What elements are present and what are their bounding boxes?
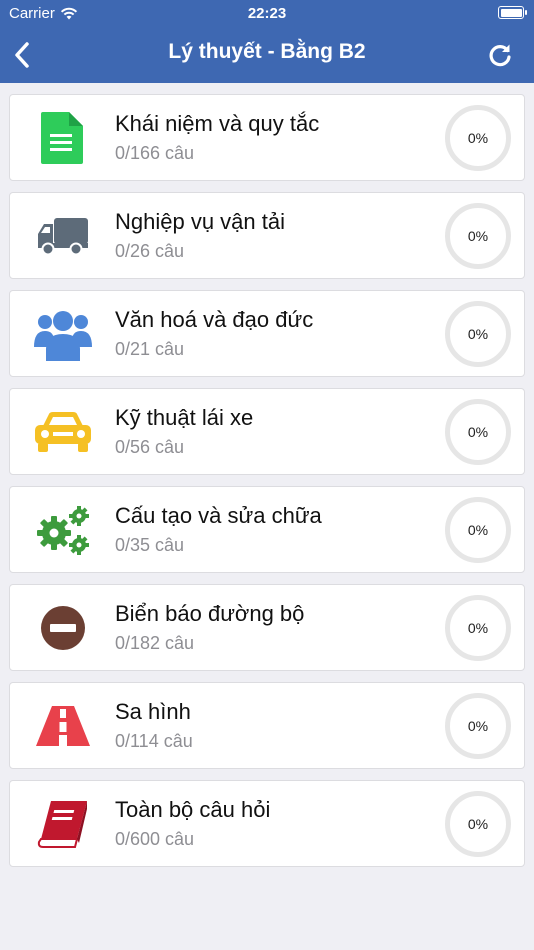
category-item-ky-thuat[interactable]: Kỹ thuật lái xe 0/56 câu 0% xyxy=(9,388,525,475)
top-bar: Carrier 22:23 Lý thuyết - Bằng B2 xyxy=(0,0,534,83)
category-count: 0/114 câu xyxy=(115,731,193,751)
category-title: Khái niệm và quy tắc xyxy=(115,111,320,136)
battery-icon xyxy=(498,6,527,19)
category-title: Văn hoá và đạo đức xyxy=(115,307,314,332)
category-list: Khái niệm và quy tắc 0/166 câu 0% Nghiệp… xyxy=(9,94,525,878)
page-title: Lý thuyết - Bằng B2 xyxy=(168,40,366,63)
progress-ring: 0% xyxy=(445,497,511,563)
status-time: 22:23 xyxy=(247,5,287,22)
category-title: Toàn bộ câu hỏi xyxy=(115,797,271,822)
category-title: Nghiệp vụ vận tải xyxy=(115,209,285,234)
category-count: 0/21 câu xyxy=(115,339,185,359)
book-icon xyxy=(32,793,94,855)
category-title: Cấu tạo và sửa chữa xyxy=(115,503,322,528)
category-count: 0/56 câu xyxy=(115,437,185,457)
people-icon xyxy=(32,303,94,365)
category-item-toan-bo[interactable]: Toàn bộ câu hỏi 0/600 câu 0% xyxy=(9,780,525,867)
road-icon xyxy=(32,695,94,757)
category-count: 0/26 câu xyxy=(115,241,185,261)
no-entry-sign-icon xyxy=(32,597,94,659)
navigation-bar: Lý thuyết - Bằng B2 xyxy=(0,28,534,83)
car-icon xyxy=(32,401,94,463)
document-icon xyxy=(32,107,94,169)
progress-ring: 0% xyxy=(445,301,511,367)
progress-ring: 0% xyxy=(445,399,511,465)
status-bar: Carrier 22:23 xyxy=(0,0,534,28)
category-item-nghiep-vu[interactable]: Nghiệp vụ vận tải 0/26 câu 0% xyxy=(9,192,525,279)
gears-icon xyxy=(32,499,94,561)
progress-ring: 0% xyxy=(445,203,511,269)
progress-ring: 0% xyxy=(445,693,511,759)
category-item-bien-bao[interactable]: Biển báo đường bộ 0/182 câu 0% xyxy=(9,584,525,671)
category-count: 0/35 câu xyxy=(115,535,185,555)
progress-ring: 0% xyxy=(445,595,511,661)
category-title: Sa hình xyxy=(115,699,191,724)
category-item-khai-niem[interactable]: Khái niệm và quy tắc 0/166 câu 0% xyxy=(9,94,525,181)
category-item-sa-hinh[interactable]: Sa hình 0/114 câu 0% xyxy=(9,682,525,769)
category-count: 0/600 câu xyxy=(115,829,195,849)
category-count: 0/182 câu xyxy=(115,633,195,653)
truck-icon xyxy=(32,205,94,267)
refresh-button[interactable] xyxy=(486,41,514,69)
progress-ring: 0% xyxy=(445,105,511,171)
progress-ring: 0% xyxy=(445,791,511,857)
category-title: Kỹ thuật lái xe xyxy=(115,405,254,430)
category-item-cau-tao[interactable]: Cấu tạo và sửa chữa 0/35 câu 0% xyxy=(9,486,525,573)
category-count: 0/166 câu xyxy=(115,143,195,163)
category-title: Biển báo đường bộ xyxy=(115,601,305,626)
category-item-van-hoa[interactable]: Văn hoá và đạo đức 0/21 câu 0% xyxy=(9,290,525,377)
